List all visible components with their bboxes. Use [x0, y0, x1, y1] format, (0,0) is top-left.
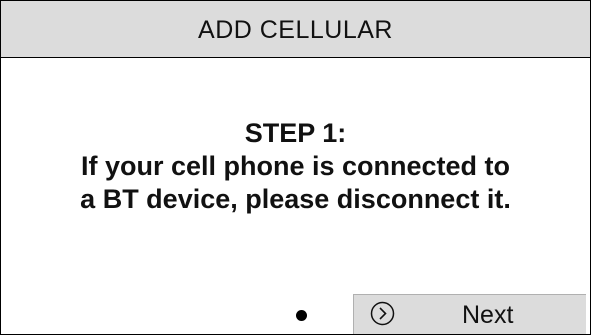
page-indicator-dot [296, 310, 307, 321]
next-button-label: Next [462, 301, 514, 329]
instruction-message: STEP 1: If your cell phone is connected … [1, 117, 590, 216]
title-bar: ADD CELLULAR [1, 1, 590, 58]
step-heading: STEP 1: [244, 118, 347, 148]
chevron-right-circle-icon [370, 301, 395, 326]
instruction-line-2: a BT device, please disconnect it. [80, 184, 511, 214]
next-button[interactable]: Next [353, 294, 586, 334]
add-cellular-screen: ADD CELLULAR STEP 1: If your cell phone … [0, 0, 591, 335]
screen-title: ADD CELLULAR [198, 15, 393, 44]
instruction-line-1: If your cell phone is connected to [80, 151, 511, 181]
